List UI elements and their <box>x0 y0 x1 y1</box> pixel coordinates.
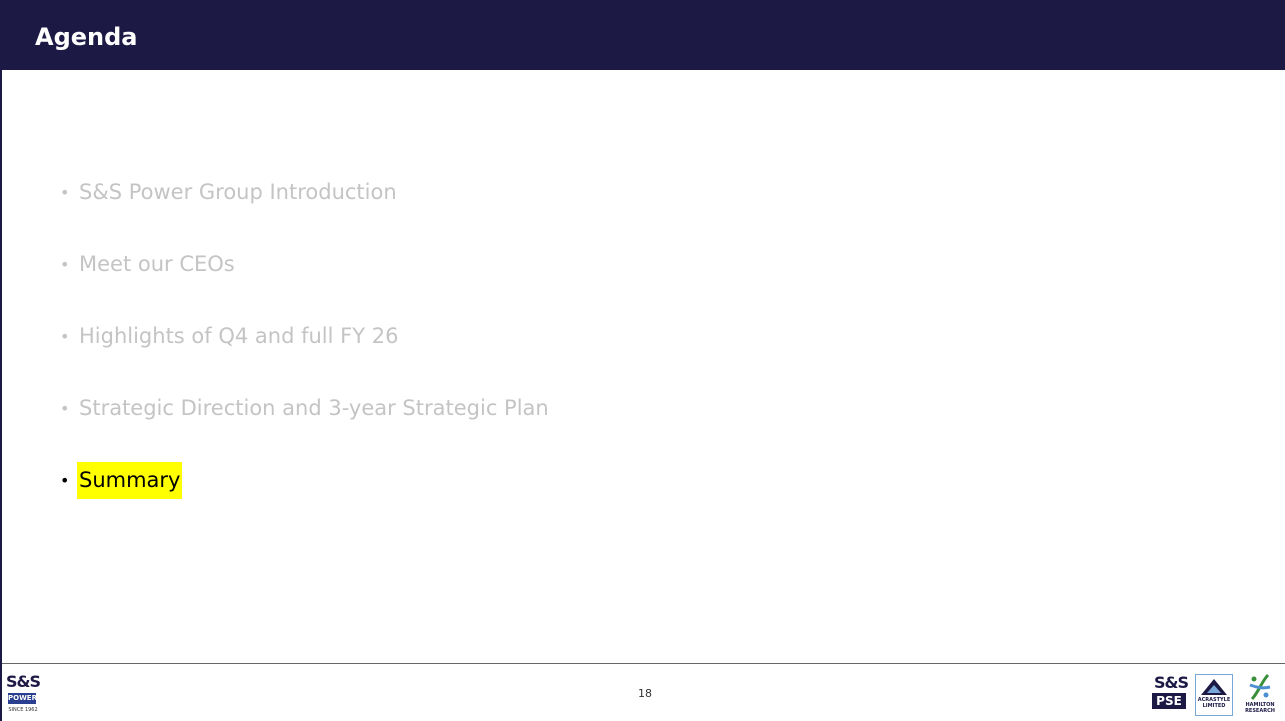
bullet-icon: • <box>60 183 70 202</box>
sas-power-logo: S&S POWER SINCE 1962 <box>5 673 41 721</box>
hamilton-logo-text: HAMILTON RESEARCH <box>1245 702 1275 714</box>
sas-power-logo-label: POWER <box>8 693 37 704</box>
bullet-icon: • <box>60 471 70 490</box>
acrastyle-logo: ACRASTYLE LIMITED <box>1195 674 1233 716</box>
sas-pse-logo: S&S PSE <box>1152 673 1189 718</box>
title-bar: Agenda <box>2 2 1285 70</box>
sas-power-logo-mark: S&S <box>6 672 41 691</box>
slide: Agenda • S&S Power Group Introduction • … <box>0 0 1285 721</box>
acrastyle-logo-text: ACRASTYLE LIMITED <box>1197 697 1231 709</box>
sas-pse-logo-label: PSE <box>1152 693 1186 709</box>
acrastyle-triangle-icon <box>1201 679 1227 695</box>
sas-pse-logo-mark: S&S <box>1154 673 1189 692</box>
agenda-item-label: Meet our CEOs <box>79 252 235 276</box>
bullet-icon: • <box>60 327 70 346</box>
bullet-icon: • <box>60 255 70 274</box>
sas-power-logo-since: SINCE 1962 <box>8 707 38 713</box>
hamilton-dna-icon <box>1249 673 1271 701</box>
slide-title: Agenda <box>35 23 138 51</box>
agenda-item-label: Highlights of Q4 and full FY 26 <box>79 324 399 348</box>
bullet-icon: • <box>60 399 70 418</box>
agenda-item-label: Strategic Direction and 3-year Strategic… <box>79 396 549 420</box>
agenda-item-label: S&S Power Group Introduction <box>79 180 397 204</box>
footer-divider <box>2 663 1285 664</box>
hamilton-logo: HAMILTON RESEARCH <box>1242 673 1278 719</box>
page-number: 18 <box>638 687 652 700</box>
agenda-item-label-highlighted: Summary <box>77 462 183 499</box>
